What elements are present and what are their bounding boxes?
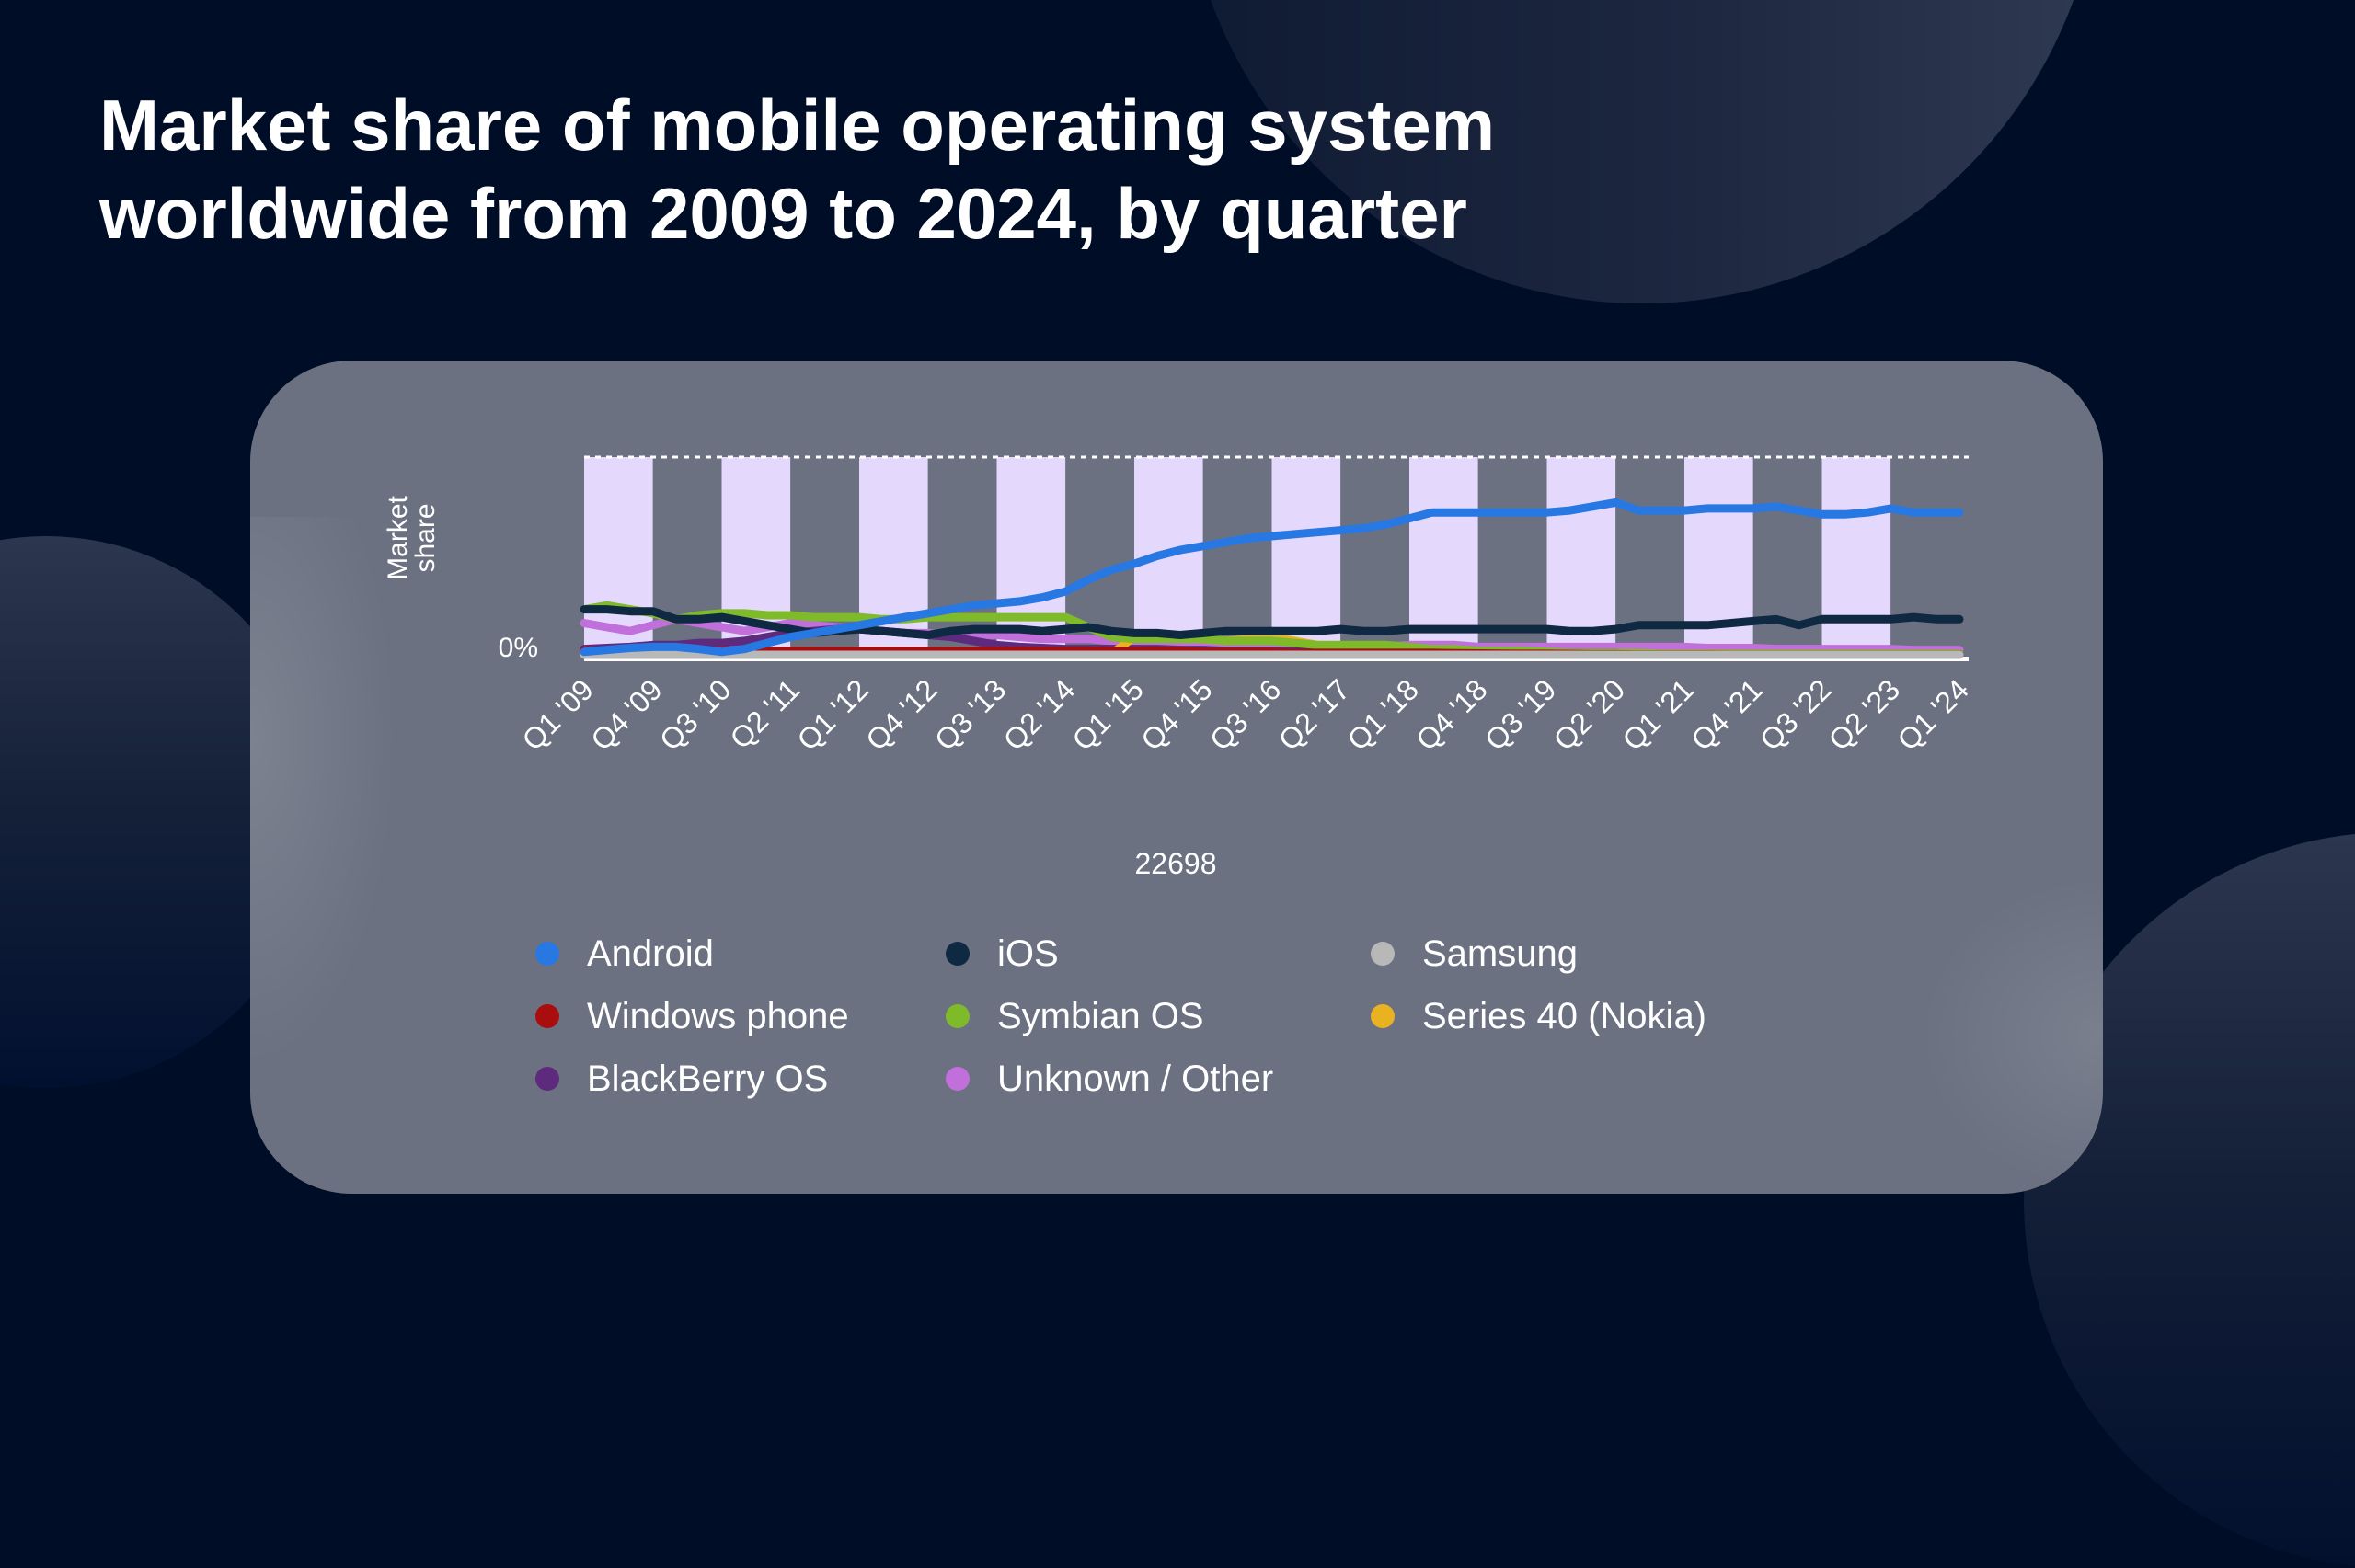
x-tick-label: Q3 '13 xyxy=(928,672,1012,756)
legend-label: Windows phone xyxy=(587,995,849,1036)
legend-color-dot-icon xyxy=(535,1004,559,1028)
x-tick-label: Q1 '12 xyxy=(791,672,875,756)
x-tick-labels: Q1 '09Q4 '09Q3 '10Q2 '11Q1 '12Q4 '12Q3 '… xyxy=(516,672,1975,756)
legend-item[interactable]: Windows phone xyxy=(535,993,946,1039)
x-tick-label: Q2 '17 xyxy=(1272,672,1356,756)
x-tick-label: Q2 '11 xyxy=(723,672,806,755)
x-tick-label: Q3 '16 xyxy=(1203,672,1287,756)
x-tick-label: Q4 '12 xyxy=(859,672,943,756)
legend-color-dot-icon xyxy=(535,942,559,966)
x-tick-label: Q4 '15 xyxy=(1134,672,1218,756)
legend-label: Unknown / Other xyxy=(997,1058,1274,1099)
legend-item[interactable]: BlackBerry OS xyxy=(535,1056,946,1102)
legend-color-dot-icon xyxy=(1371,942,1395,966)
x-tick-label: Q4 '09 xyxy=(584,672,668,756)
x-tick-label: Q1 '21 xyxy=(1616,672,1700,756)
grid-band xyxy=(1890,457,1959,657)
legend-color-dot-icon xyxy=(946,1067,970,1091)
legend-color-dot-icon xyxy=(946,1004,970,1028)
legend-item[interactable]: Android xyxy=(535,931,946,977)
x-tick-label: Q1 '15 xyxy=(1066,672,1150,756)
legend-item[interactable]: Unknown / Other xyxy=(946,1056,1371,1102)
legend-item[interactable]: Samsung xyxy=(1371,931,1831,977)
legend-color-dot-icon xyxy=(946,942,970,966)
x-tick-label: Q4 '21 xyxy=(1684,672,1768,756)
page-title: Market share of mobile operating system … xyxy=(99,85,1496,254)
grid-band xyxy=(1752,457,1822,657)
legend: Android iOS Samsung Windows phone Symbian OS… xyxy=(535,931,1915,1102)
x-tick-label: Q2 '14 xyxy=(997,672,1081,756)
x-tick-label: Q2 '23 xyxy=(1822,672,1906,756)
legend-label: Symbian OS xyxy=(997,995,1204,1036)
x-tick-label: Q4 '18 xyxy=(1409,672,1493,756)
legend-color-dot-icon xyxy=(535,1067,559,1091)
legend-label: Samsung xyxy=(1422,933,1578,974)
y-axis-label-line2: share xyxy=(410,503,441,572)
y-tick-label: 0% xyxy=(499,633,538,663)
grid-band xyxy=(1202,457,1272,657)
legend-label: Android xyxy=(587,933,714,974)
x-tick-label: Q3 '10 xyxy=(653,672,737,756)
legend-item[interactable]: Symbian OS xyxy=(946,993,1371,1039)
x-tick-label: Q3 '19 xyxy=(1478,672,1562,756)
x-tick-label: Q1 '09 xyxy=(516,672,600,756)
grid-band xyxy=(1821,457,1891,657)
chart-card: Market share 0% Q1 '09 Q4 '09 Q3 '10 Q2 '11… xyxy=(250,361,2103,1194)
x-tick-label: Q2 '20 xyxy=(1547,672,1631,756)
x-tick-label: Q1 '18 xyxy=(1341,672,1425,756)
legend-color-dot-icon xyxy=(1371,1004,1395,1028)
x-tick-label: Q3 '22 xyxy=(1753,672,1837,756)
legend-label: iOS xyxy=(997,933,1059,974)
legend-label: Series 40 (Nokia) xyxy=(1422,995,1707,1036)
x-tick-label: Q1 '24 xyxy=(1891,672,1975,756)
legend-label: BlackBerry OS xyxy=(587,1058,829,1099)
legend-item[interactable]: Series 40 (Nokia) xyxy=(1371,993,1831,1039)
x-axis-label: 22698 xyxy=(1135,847,1217,880)
legend-item[interactable]: iOS xyxy=(946,931,1371,977)
y-axis-label-line1: Market xyxy=(383,495,413,579)
